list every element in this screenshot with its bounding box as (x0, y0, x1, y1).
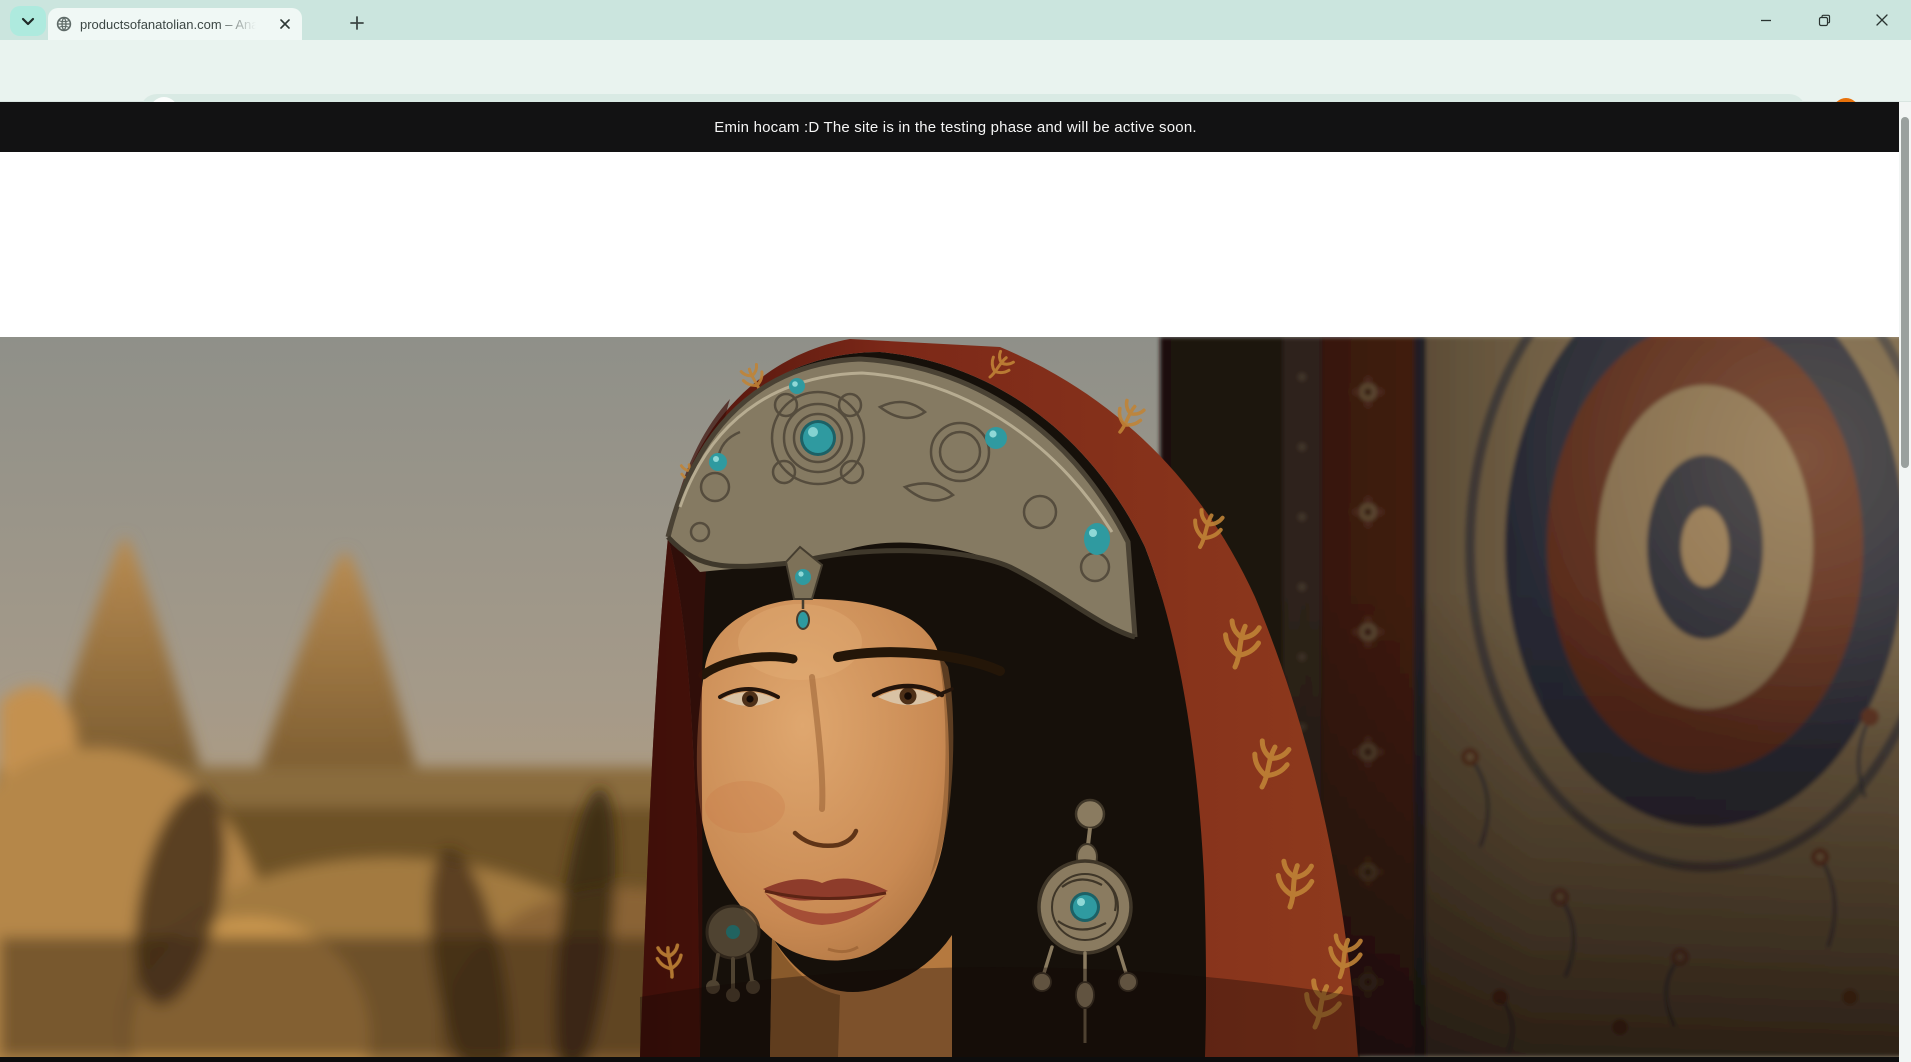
restore-button[interactable] (1795, 0, 1853, 40)
browser-window: productsofanatolian.com – Anat (0, 0, 1911, 1062)
new-tab-button[interactable] (340, 8, 374, 38)
minimize-icon (1760, 14, 1772, 26)
restore-icon (1818, 14, 1831, 27)
hero-image (0, 337, 1911, 1057)
chevron-down-icon (21, 17, 35, 26)
browser-toolbar: productsofanatolian.com s (0, 40, 1911, 102)
announcement-text: Emin hocam :D The site is in the testing… (714, 119, 1197, 136)
globe-favicon-icon (56, 16, 72, 32)
plus-icon (350, 16, 364, 30)
minimize-button[interactable] (1737, 0, 1795, 40)
browser-titlebar: productsofanatolian.com – Anat (0, 0, 1911, 40)
page-scrollbar-thumb[interactable] (1901, 117, 1909, 468)
announcement-bar: Emin hocam :D The site is in the testing… (0, 102, 1911, 152)
close-icon (1876, 14, 1888, 26)
tab-close-icon[interactable] (276, 15, 294, 33)
tab-search-button[interactable] (10, 6, 46, 36)
site-header: ANATOLIAN BEAUTY Home Page Catalog Conta… (0, 152, 1911, 337)
tab-title: productsofanatolian.com – Anat (80, 17, 256, 32)
taskbar-edge (0, 1057, 1911, 1062)
close-window-button[interactable] (1853, 0, 1911, 40)
browser-tab[interactable]: productsofanatolian.com – Anat (48, 8, 302, 40)
